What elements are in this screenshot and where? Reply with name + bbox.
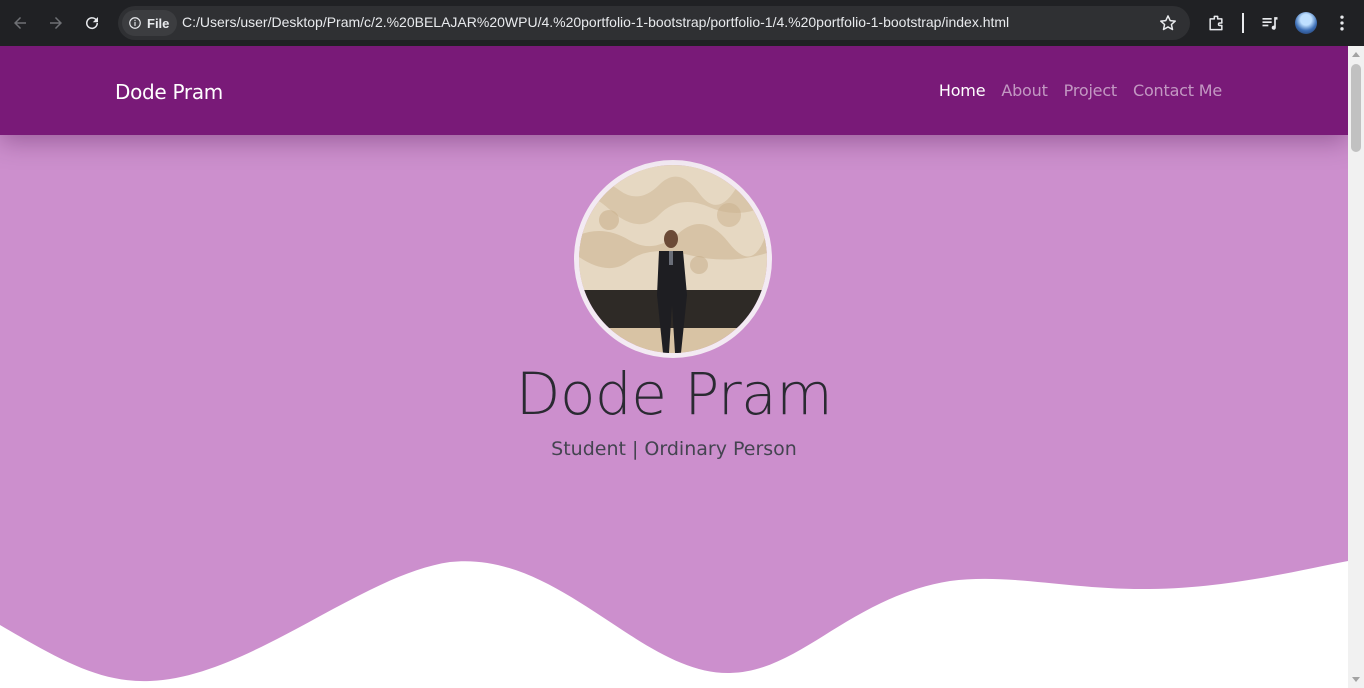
page-viewport: Dode Pram Home About Project Contact Me [0, 46, 1348, 688]
media-controls-icon [1262, 17, 1278, 30]
navbar-brand[interactable]: Dode Pram [115, 80, 223, 104]
site-info-chip[interactable]: File [122, 10, 178, 36]
scroll-up-arrow-icon[interactable] [1352, 52, 1360, 57]
more-vertical-icon [1340, 15, 1344, 31]
nav-link-about[interactable]: About [1001, 81, 1048, 100]
toolbar-divider [1242, 13, 1244, 33]
site-info-label: File [147, 15, 170, 31]
forward-arrow-icon [50, 17, 62, 29]
url-text[interactable]: C:/Users/user/Desktop/Pram/c/2.%20BELAJA… [182, 14, 1009, 30]
extensions-icon [1209, 15, 1223, 31]
scrollbar-thumb[interactable] [1351, 64, 1361, 152]
back-button[interactable] [8, 11, 32, 35]
info-icon [129, 17, 141, 29]
nav-link-home[interactable]: Home [939, 81, 986, 100]
profile-avatar-icon[interactable] [1295, 12, 1317, 34]
back-arrow-icon [14, 17, 26, 29]
more-menu-button[interactable] [1330, 11, 1354, 35]
media-controls-button[interactable] [1258, 11, 1282, 35]
nav-link-project[interactable]: Project [1064, 81, 1118, 100]
star-icon[interactable] [1158, 13, 1178, 33]
site-navbar: Dode Pram Home About Project Contact Me [0, 46, 1348, 135]
navbar-menu: Home About Project Contact Me [939, 81, 1222, 100]
browser-toolbar: File C:/Users/user/Desktop/Pram/c/2.%20B… [0, 0, 1364, 46]
extensions-button[interactable] [1204, 11, 1228, 35]
hero-title: Dode Pram [515, 360, 833, 428]
forward-button[interactable] [44, 11, 68, 35]
reload-button[interactable] [80, 11, 104, 35]
hero-section: Dode Pram Student | Ordinary Person [0, 135, 1348, 688]
reload-icon [86, 17, 99, 30]
nav-link-contact[interactable]: Contact Me [1133, 81, 1222, 100]
scroll-down-arrow-icon[interactable] [1352, 677, 1360, 682]
profile-photo [574, 160, 772, 358]
wave-divider [0, 561, 1348, 688]
hero-subtitle: Student | Ordinary Person [551, 438, 797, 460]
address-bar[interactable]: File C:/Users/user/Desktop/Pram/c/2.%20B… [118, 6, 1190, 40]
page-scrollbar[interactable] [1348, 46, 1364, 688]
